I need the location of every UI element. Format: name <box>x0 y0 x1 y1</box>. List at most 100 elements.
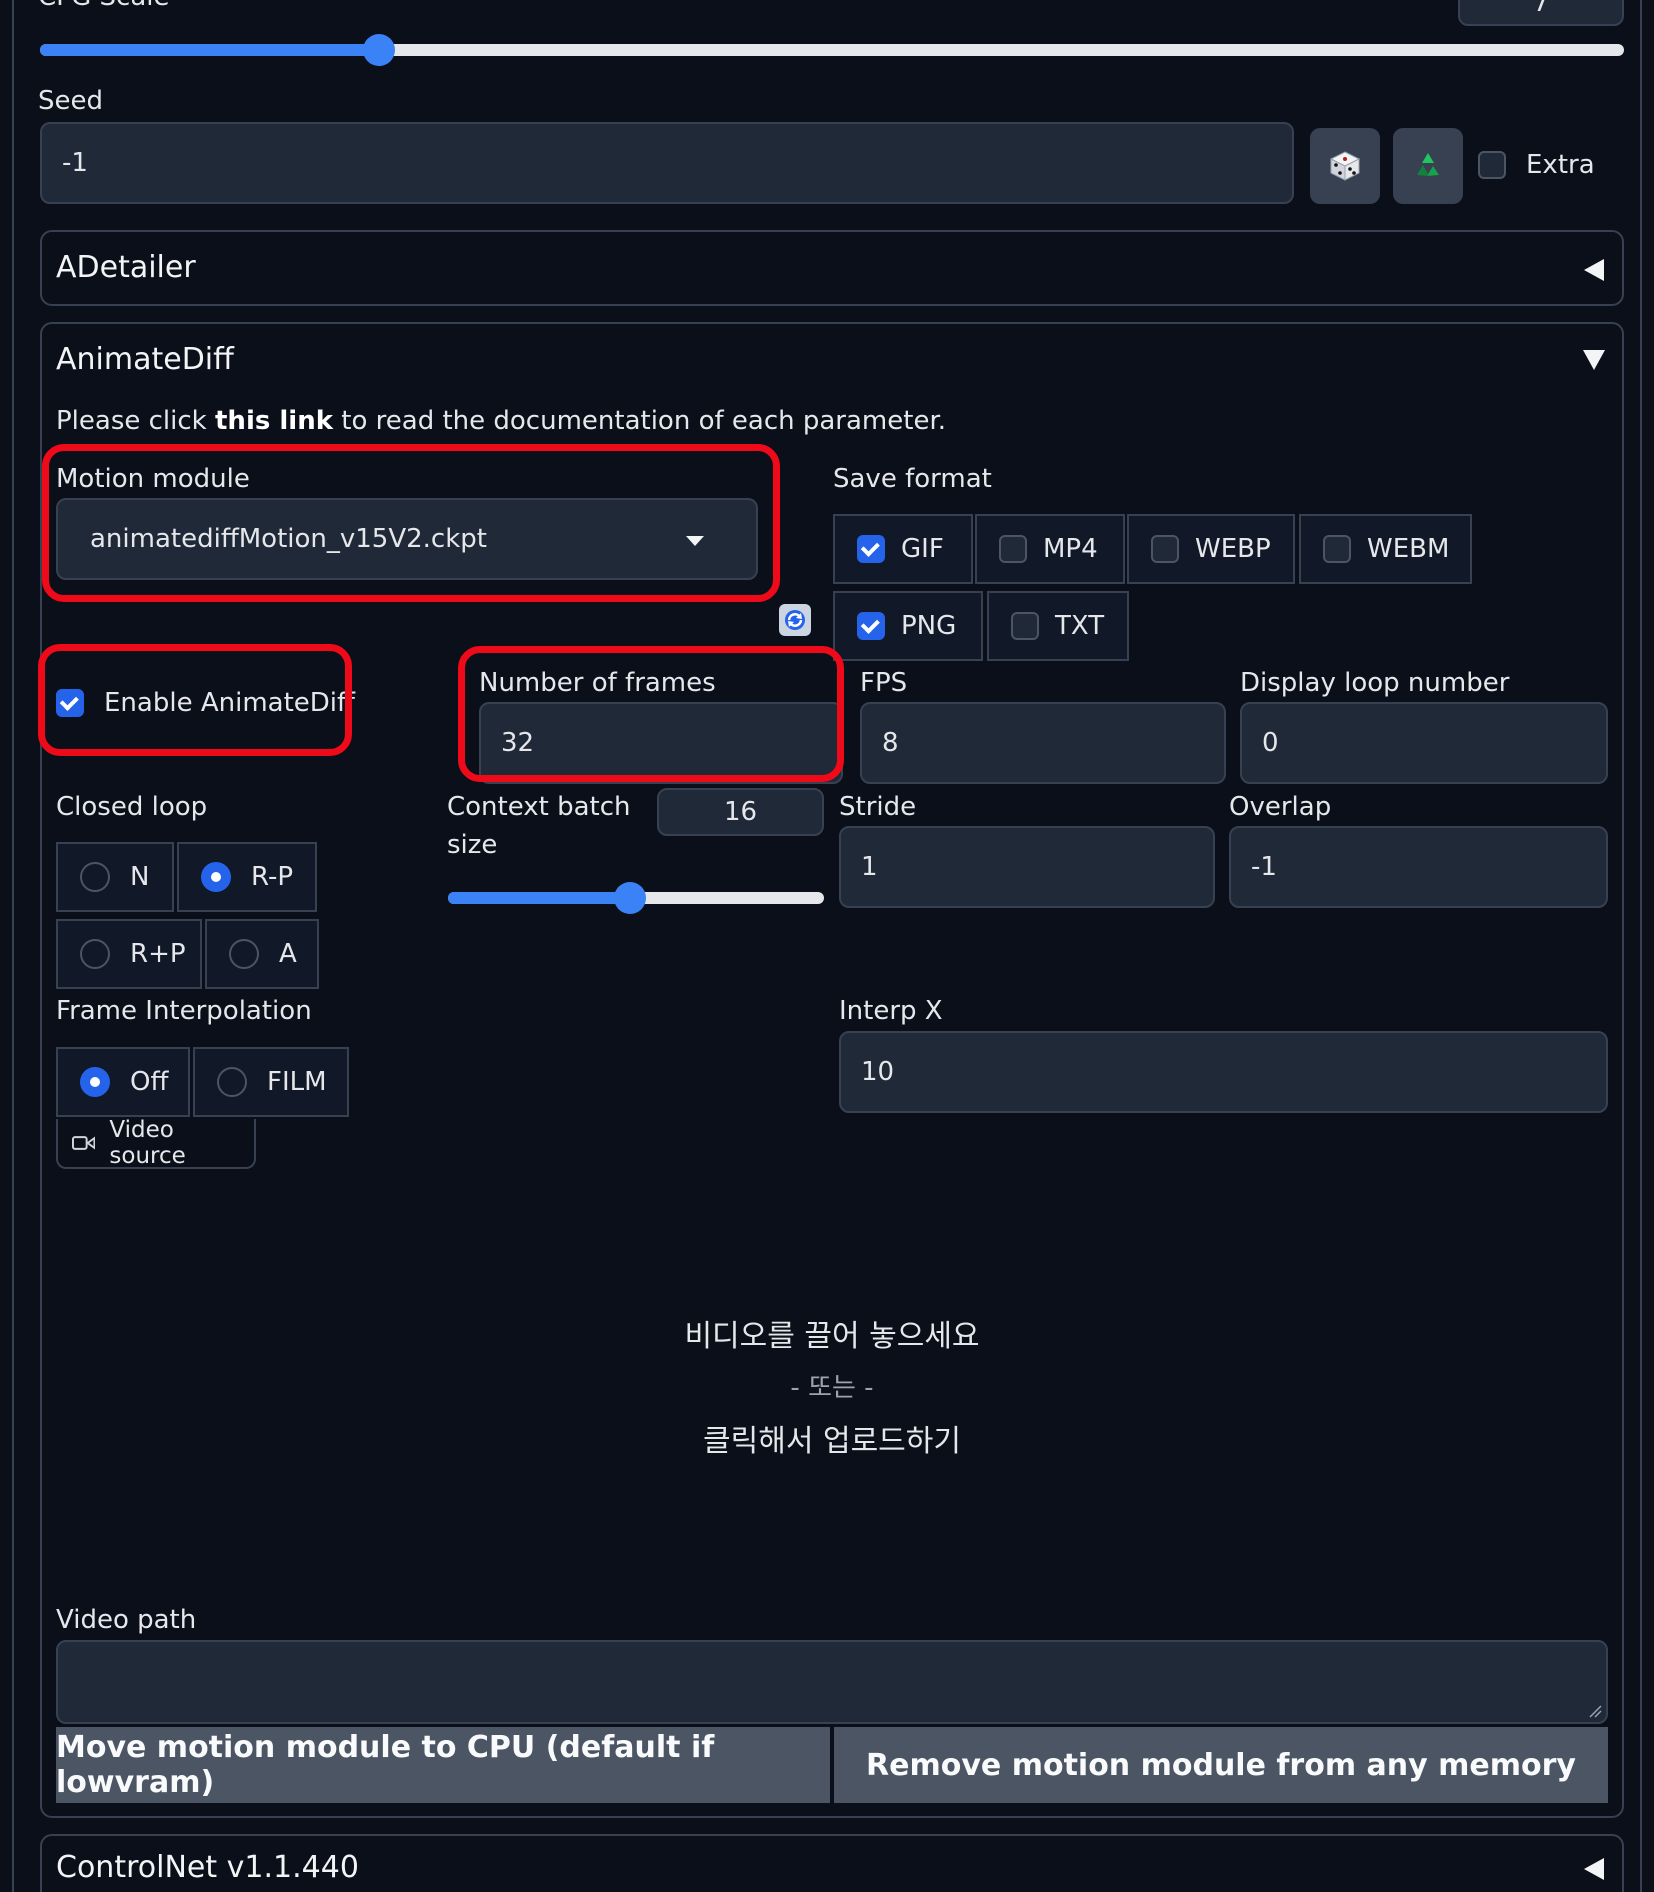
closed-loop-r-plus-p-radio[interactable] <box>80 939 110 969</box>
context-batch-size-input[interactable]: 16 <box>657 788 824 836</box>
outer-border-left <box>12 0 14 1892</box>
frame-interpolation-off-radio[interactable] <box>80 1067 110 1097</box>
dropzone-upload-text: 클릭해서 업로드하기 <box>703 1423 961 1459</box>
expand-down-icon[interactable] <box>1583 350 1605 370</box>
number-of-frames-highlight <box>458 646 844 782</box>
frame-interpolation-film-radio[interactable] <box>217 1067 247 1097</box>
random-seed-button[interactable] <box>1310 128 1380 204</box>
video-source-label: Video source <box>109 1117 186 1169</box>
extra-checkbox-group[interactable]: Extra <box>1478 150 1595 180</box>
save-format-webm-checkbox[interactable] <box>1323 535 1351 563</box>
save-format-mp4-checkbox[interactable] <box>999 535 1027 563</box>
closed-loop-a-radio[interactable] <box>229 939 259 969</box>
fps-input[interactable]: 8 <box>860 702 1226 784</box>
video-dropzone[interactable]: 비디오를 끌어 놓으세요 - 또는 - 클릭해서 업로드하기 <box>56 1175 1608 1595</box>
video-source-tab[interactable]: Video source <box>56 1117 256 1169</box>
collapse-left-icon <box>1584 259 1604 281</box>
save-format-webm[interactable]: WEBM <box>1299 514 1472 584</box>
stride-label: Stride <box>839 792 917 822</box>
frame-interpolation-option-off[interactable]: Off <box>56 1047 190 1117</box>
remove-motion-module-button[interactable]: Remove motion module from any memory <box>834 1727 1608 1803</box>
collapse-left-icon <box>1584 1858 1604 1880</box>
video-camera-icon <box>72 1136 96 1150</box>
closed-loop-a-label: A <box>279 939 297 969</box>
interp-x-input[interactable]: 10 <box>839 1031 1608 1113</box>
save-format-png-label: PNG <box>901 611 957 641</box>
frame-interpolation-label: Frame Interpolation <box>56 996 312 1026</box>
save-format-png-checkbox[interactable] <box>857 612 885 640</box>
fps-value: 8 <box>882 728 899 758</box>
context-batch-size-slider[interactable] <box>448 882 824 914</box>
animatediff-title[interactable]: AnimateDiff <box>56 342 234 377</box>
adetailer-accordion[interactable]: ADetailer <box>40 230 1624 306</box>
closed-loop-label: Closed loop <box>56 792 208 822</box>
recycle-icon <box>1417 153 1439 176</box>
interp-x-value: 10 <box>861 1057 895 1087</box>
documentation-link[interactable]: this link <box>215 406 333 436</box>
context-batch-size-label-line1: Context batch <box>447 792 631 822</box>
extra-label: Extra <box>1526 150 1595 180</box>
cfg-scale-slider[interactable] <box>40 34 1624 66</box>
save-format-png[interactable]: PNG <box>833 591 983 661</box>
closed-loop-option-n[interactable]: N <box>56 842 174 912</box>
save-format-label: Save format <box>833 464 992 494</box>
closed-loop-r-p-label: R-P <box>251 862 294 892</box>
seed-value: -1 <box>62 148 88 178</box>
seed-input[interactable]: -1 <box>40 122 1294 204</box>
dropzone-drag-text: 비디오를 끌어 놓으세요 <box>684 1318 980 1354</box>
dice-icon <box>1329 151 1361 181</box>
seed-label: Seed <box>38 86 103 116</box>
save-format-webp[interactable]: WEBP <box>1127 514 1295 584</box>
overlap-label: Overlap <box>1229 792 1332 822</box>
controlnet-title: ControlNet v1.1.440 <box>56 1850 359 1885</box>
cfg-scale-slider-fill <box>40 44 379 56</box>
save-format-txt-label: TXT <box>1055 611 1105 641</box>
motion-module-highlight <box>42 444 780 602</box>
display-loop-number-label: Display loop number <box>1240 668 1510 698</box>
closed-loop-n-radio[interactable] <box>80 862 110 892</box>
cfg-scale-value: 7 <box>1532 0 1550 18</box>
adetailer-title: ADetailer <box>56 250 196 285</box>
save-format-webp-checkbox[interactable] <box>1151 535 1179 563</box>
extra-checkbox[interactable] <box>1478 151 1506 179</box>
refresh-models-button[interactable] <box>779 604 811 636</box>
frame-interpolation-film-label: FILM <box>267 1067 327 1097</box>
closed-loop-n-label: N <box>130 862 150 892</box>
save-format-txt-checkbox[interactable] <box>1011 612 1039 640</box>
closed-loop-r-plus-p-label: R+P <box>130 939 186 969</box>
frame-interpolation-option-film[interactable]: FILM <box>193 1047 349 1117</box>
resize-handle-icon[interactable] <box>1588 1704 1602 1718</box>
refresh-icon <box>785 610 805 630</box>
save-format-gif-label: GIF <box>901 534 944 564</box>
move-motion-module-to-cpu-button[interactable]: Move motion module to CPU (default if lo… <box>56 1727 830 1803</box>
overlap-input[interactable]: -1 <box>1229 826 1608 908</box>
save-format-mp4-label: MP4 <box>1043 534 1098 564</box>
save-format-webp-label: WEBP <box>1195 534 1271 564</box>
fps-label: FPS <box>860 668 908 698</box>
stride-input[interactable]: 1 <box>839 826 1215 908</box>
save-format-gif[interactable]: GIF <box>833 514 973 584</box>
documentation-text: Please click this link to read the docum… <box>56 406 946 436</box>
closed-loop-option-r-p[interactable]: R-P <box>177 842 317 912</box>
documentation-suffix: to read the documentation of each parame… <box>333 406 947 436</box>
context-batch-size-label-line2: size <box>447 830 498 860</box>
enable-animatediff-highlight <box>38 644 352 756</box>
video-path-textarea[interactable] <box>56 1640 1608 1724</box>
cfg-scale-slider-thumb[interactable] <box>362 34 395 66</box>
closed-loop-option-a[interactable]: A <box>205 919 319 989</box>
dropzone-or-text: - 또는 - <box>790 1372 874 1403</box>
closed-loop-r-p-radio[interactable] <box>201 862 231 892</box>
reuse-seed-button[interactable] <box>1393 128 1463 204</box>
interp-x-label: Interp X <box>839 996 943 1026</box>
display-loop-number-value: 0 <box>1262 728 1279 758</box>
cfg-scale-number-input[interactable]: 7 <box>1458 0 1624 26</box>
save-format-mp4[interactable]: MP4 <box>975 514 1125 584</box>
stride-value: 1 <box>861 852 878 882</box>
display-loop-number-input[interactable]: 0 <box>1240 702 1608 784</box>
context-batch-size-slider-fill <box>448 892 631 904</box>
frame-interpolation-off-label: Off <box>130 1067 169 1097</box>
controlnet-accordion[interactable]: ControlNet v1.1.440 <box>40 1834 1624 1892</box>
closed-loop-option-r-plus-p[interactable]: R+P <box>56 919 202 989</box>
save-format-txt[interactable]: TXT <box>987 591 1129 661</box>
save-format-gif-checkbox[interactable] <box>857 535 885 563</box>
